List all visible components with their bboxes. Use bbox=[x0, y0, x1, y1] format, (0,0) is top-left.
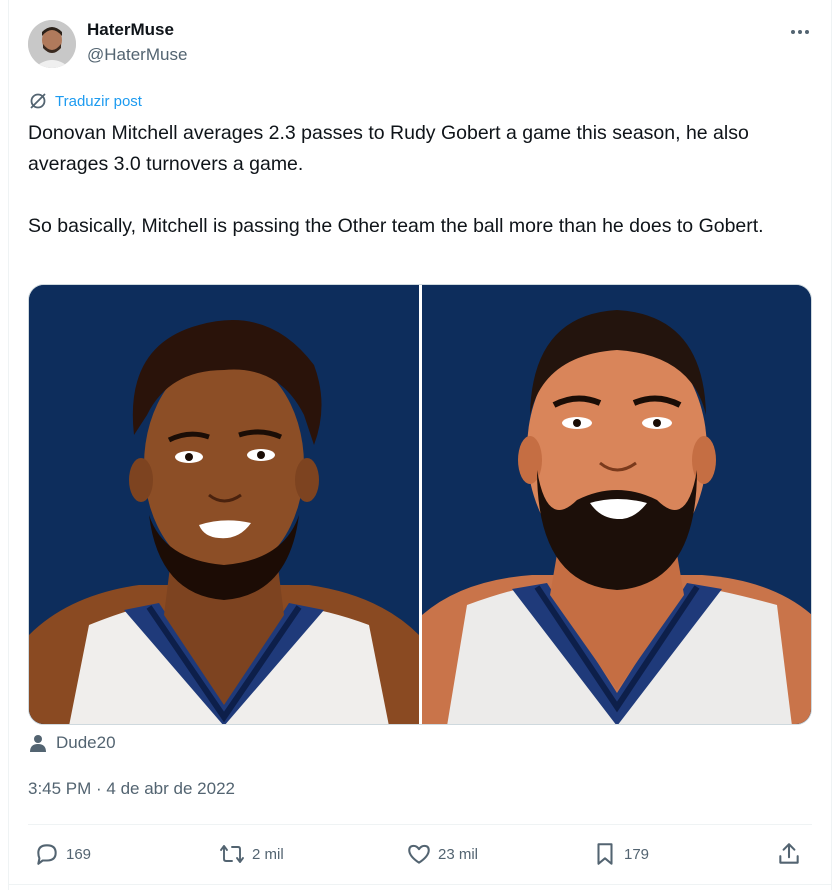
person-icon bbox=[30, 735, 46, 752]
translate-icon bbox=[30, 93, 46, 109]
media-image-mitchell[interactable] bbox=[29, 285, 419, 724]
heart-icon bbox=[408, 844, 430, 864]
timestamp-time[interactable]: 3:45 PM bbox=[28, 779, 91, 798]
ellipsis-icon bbox=[791, 30, 809, 34]
tweet-text: Donovan Mitchell averages 2.3 passes to … bbox=[28, 118, 818, 242]
reply-button[interactable]: 169 bbox=[34, 838, 91, 870]
reply-icon bbox=[37, 844, 57, 865]
bookmark-count: 179 bbox=[624, 845, 650, 863]
timestamp-separator: · bbox=[91, 779, 107, 798]
tweet-paragraph: So basically, Mitchell is passing the Ot… bbox=[28, 215, 764, 237]
author-handle[interactable]: @HaterMuse bbox=[87, 45, 187, 65]
bookmark-icon bbox=[597, 843, 613, 865]
media-grid bbox=[28, 284, 812, 725]
action-bar: 169 2 mil 23 mil 179 bbox=[28, 838, 812, 870]
like-button[interactable]: 23 mil bbox=[406, 838, 478, 870]
timestamp-date[interactable]: 4 de abr de 2022 bbox=[106, 779, 235, 798]
repost-button[interactable]: 2 mil bbox=[218, 838, 284, 870]
repost-count: 2 mil bbox=[252, 845, 284, 863]
share-icon bbox=[779, 843, 799, 864]
translate-post-link[interactable]: Traduzir post bbox=[28, 91, 142, 111]
more-options-button[interactable] bbox=[788, 20, 812, 44]
timestamp: 3:45 PM · 4 de abr de 2022 bbox=[28, 779, 235, 799]
translate-label: Traduzir post bbox=[55, 92, 142, 110]
tweet-paragraph: Donovan Mitchell averages 2.3 passes to … bbox=[28, 122, 749, 175]
avatar[interactable] bbox=[28, 20, 76, 68]
like-count: 23 mil bbox=[438, 845, 479, 863]
bottom-border bbox=[8, 884, 832, 885]
tagged-user[interactable]: Dude20 bbox=[28, 733, 116, 753]
repost-icon bbox=[220, 845, 244, 863]
media-image-gobert[interactable] bbox=[421, 285, 811, 724]
author-name[interactable]: HaterMuse bbox=[87, 20, 174, 40]
share-button[interactable] bbox=[776, 838, 802, 870]
reply-count: 169 bbox=[66, 845, 92, 863]
divider bbox=[28, 824, 812, 825]
tagged-user-name: Dude20 bbox=[56, 733, 116, 752]
bookmark-button[interactable]: 179 bbox=[592, 838, 649, 870]
